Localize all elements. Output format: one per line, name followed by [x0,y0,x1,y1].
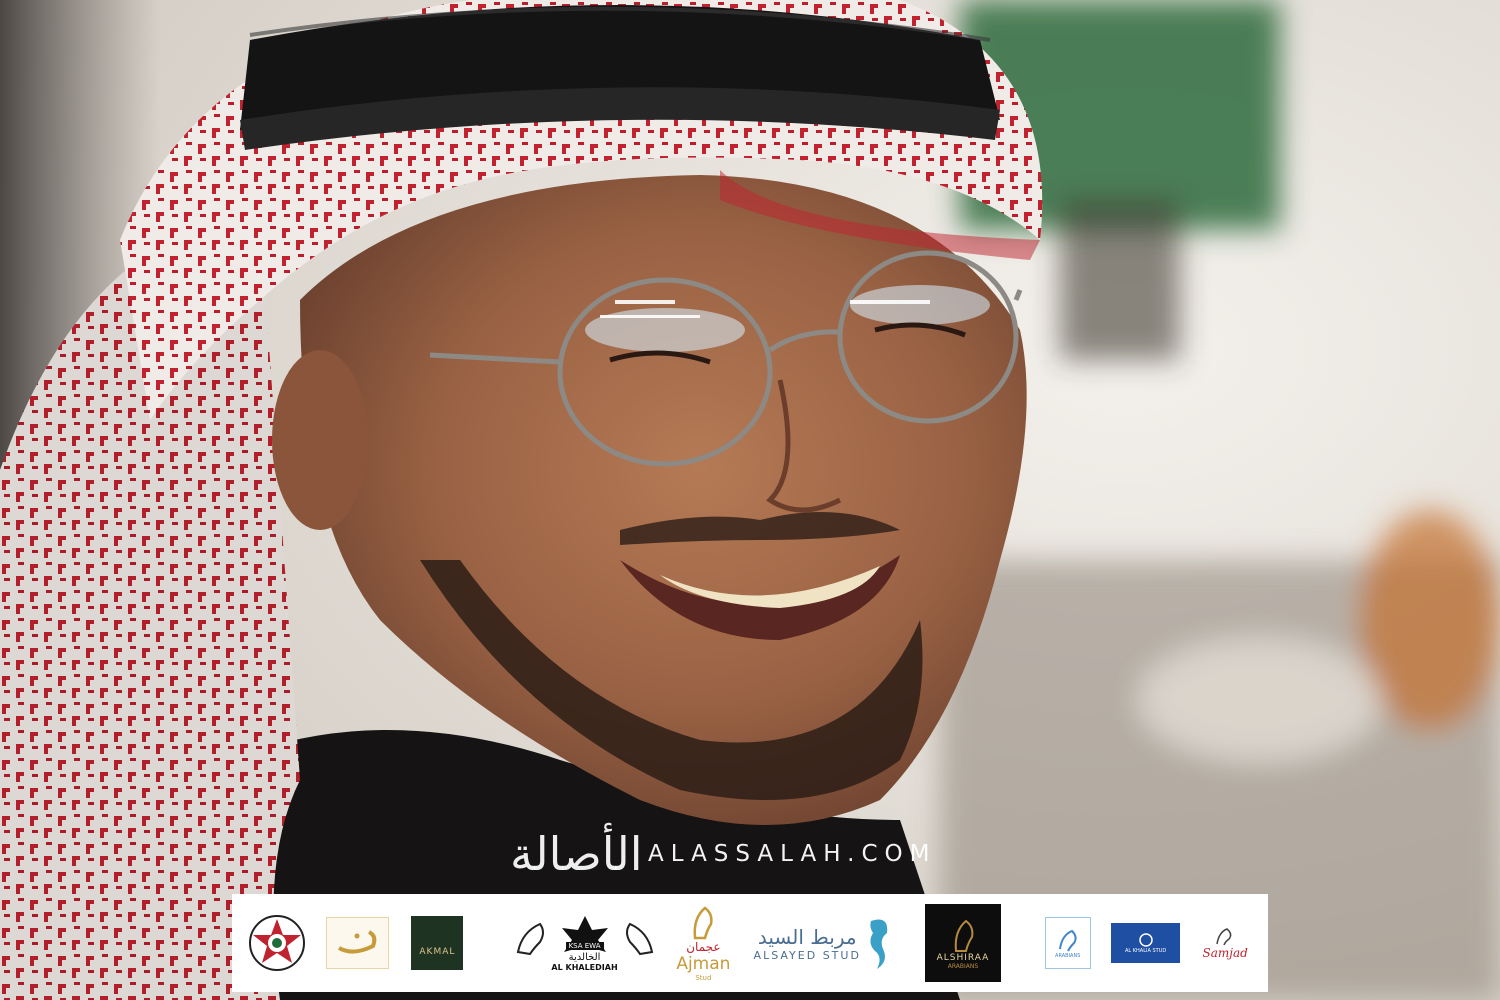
site-watermark: الأصالة ALASSALAH.COM [510,818,1030,890]
sponsor-bar: AKMAL KSA EWA الخالدية AL KHALEDIAH عجما… [232,894,1268,992]
alsayed-english: ALSAYED STUD [753,948,861,962]
calligraphy-icon [337,930,376,954]
horse-emblem-icon [954,919,974,952]
sponsor-alsayed-logo: مربط السيد ALSAYED STUD [747,905,901,981]
horse-outline-icon [1216,928,1232,946]
star-emblem-icon [248,915,305,971]
alsayed-arabic: مربط السيد [757,924,857,949]
sponsor-arabians-logo: ARABIANS [1044,917,1091,969]
sponsor-akmal-logo: AKMAL [411,916,464,970]
sponsor-khalediah-logo: KSA EWA الخالدية AL KHALEDIAH [507,903,661,983]
ajman-stud: Stud [695,974,712,982]
sponsor-alkhalia-logo: AL KHALIA STUD [1110,923,1181,963]
alshiraa-text: ALSHIRAA [936,952,990,963]
sponsor-samjad-logo: Samjad [1194,918,1256,968]
samjad-text: Samjad [1202,946,1248,960]
sponsor-ajman-logo: عجمان Ajman Stud [670,898,737,988]
horse-script-icon [1058,929,1077,952]
ajman-english: Ajman [676,954,731,974]
arabians-text: ARABIANS [1055,953,1081,959]
monogram-icon [1138,933,1153,947]
sponsor-emblem-logo [246,911,308,975]
sponsor-gold-logo [325,917,390,969]
seahorse-icon [870,919,888,969]
watermark-url: ALASSALAH.COM [648,841,937,867]
sponsor-alshiraa-logo: ALSHIRAA ARABIANS [925,904,1001,982]
alkhalia-text: AL KHALIA STUD [1124,948,1167,954]
ksa-ewa-text: KSA EWA [565,942,604,950]
ajman-arabic: عجمان [686,940,721,954]
akmal-text: AKMAL [419,947,456,957]
khalediah-english: AL KHALEDIAH [551,963,618,972]
horse-head-icon [693,906,714,940]
watermark-arabic: الأصالة [510,827,645,881]
alshiraa-sub: ARABIANS [947,962,979,970]
khalediah-arabic: الخالدية [568,952,601,963]
